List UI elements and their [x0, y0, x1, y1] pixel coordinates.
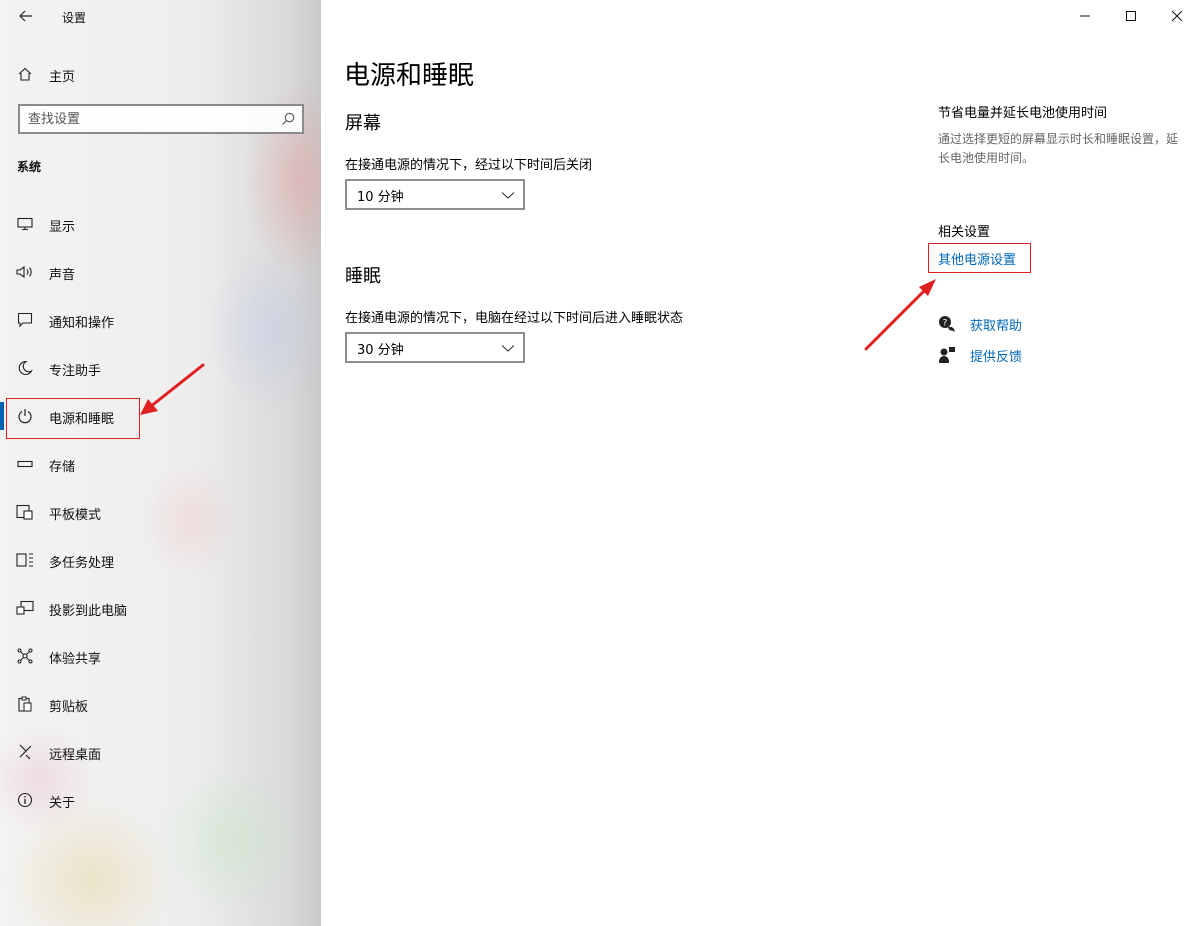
feedback-icon	[939, 347, 955, 363]
sidebar-item-multitasking[interactable]: 多任务处理	[0, 538, 321, 582]
sidebar-item-display[interactable]: 显示	[0, 202, 321, 246]
storage-icon	[16, 455, 34, 473]
back-arrow-icon	[19, 10, 32, 22]
sidebar-item-about[interactable]: 关于	[0, 778, 321, 822]
search-box[interactable]	[18, 104, 304, 134]
sidebar-item-label: 显示	[49, 220, 76, 235]
annotation-highlight-box	[6, 398, 140, 439]
search-icon[interactable]	[280, 111, 296, 127]
give-feedback-link[interactable]: 提供反馈	[970, 346, 1022, 365]
maximize-icon	[1126, 11, 1136, 21]
sidebar-item-label: 存储	[49, 460, 76, 475]
screen-heading: 屏幕	[345, 113, 381, 134]
sidebar-item-label: 通知和操作	[49, 316, 115, 331]
get-help-link[interactable]: 获取帮助	[970, 315, 1022, 334]
close-icon	[1171, 10, 1183, 22]
notification-icon	[16, 311, 34, 329]
tip-description: 通过选择更短的屏幕显示时长和睡眠设置，延长电池使用时间。	[938, 132, 1179, 165]
sidebar-item-label: 平板模式	[49, 508, 102, 523]
sidebar-item-label: 多任务处理	[49, 556, 115, 571]
speaker-icon	[16, 263, 34, 281]
project-icon	[16, 599, 34, 617]
clipboard-icon	[16, 695, 34, 713]
sleep-label: 在接通电源的情况下，电脑在经过以下时间后进入睡眠状态	[345, 311, 684, 326]
minimize-icon	[1080, 15, 1090, 17]
sleep-heading: 睡眠	[345, 266, 381, 287]
share-icon	[16, 647, 34, 665]
home-icon	[16, 65, 34, 83]
screen-off-label: 在接通电源的情况下，经过以下时间后关闭	[345, 158, 593, 173]
sidebar-item-label: 体验共享	[49, 652, 102, 667]
chevron-down-icon	[501, 192, 515, 199]
sidebar-item-tablet-mode[interactable]: 平板模式	[0, 490, 321, 534]
minimize-button[interactable]	[1062, 0, 1108, 32]
sidebar-item-sound[interactable]: 声音	[0, 250, 321, 294]
sidebar-item-label: 主页	[49, 70, 76, 85]
screen-off-dropdown[interactable]: 10 分钟	[345, 179, 525, 210]
dropdown-value: 30 分钟	[357, 343, 404, 358]
display-icon	[16, 215, 34, 233]
section-label: 系统	[17, 160, 42, 174]
search-input[interactable]	[28, 108, 278, 130]
info-icon	[16, 791, 34, 809]
sidebar-item-label: 声音	[49, 268, 76, 283]
sidebar-item-clipboard[interactable]: 剪贴板	[0, 682, 321, 726]
tip-title: 节省电量并延长电池使用时间	[938, 106, 1108, 121]
tablet-icon	[16, 503, 34, 521]
annotation-arrow-right	[864, 279, 936, 351]
sidebar-item-focus-assist[interactable]: 专注助手	[0, 346, 321, 390]
sidebar-item-remote-desktop[interactable]: 远程桌面	[0, 730, 321, 774]
window-controls	[1062, 0, 1200, 32]
chevron-down-icon	[501, 345, 515, 352]
sidebar-item-home[interactable]: 主页	[0, 58, 321, 90]
sidebar-item-label: 专注助手	[49, 364, 102, 379]
sleep-dropdown[interactable]: 30 分钟	[345, 332, 525, 363]
sidebar-item-storage[interactable]: 存储	[0, 442, 321, 486]
sidebar-item-label: 远程桌面	[49, 748, 102, 763]
sidebar: 设置 主页 系统 显示 声音	[0, 0, 321, 926]
related-settings-title: 相关设置	[938, 225, 991, 240]
back-button[interactable]	[14, 4, 38, 28]
dropdown-value: 10 分钟	[357, 190, 404, 205]
moon-icon	[16, 359, 34, 377]
app-title: 设置	[62, 11, 87, 25]
sidebar-item-project[interactable]: 投影到此电脑	[0, 586, 321, 630]
multitask-icon	[16, 551, 34, 569]
page-title: 电源和睡眠	[344, 61, 475, 91]
sidebar-item-notifications[interactable]: 通知和操作	[0, 298, 321, 342]
sidebar-item-label: 剪贴板	[49, 700, 89, 715]
remote-desktop-icon	[16, 743, 34, 761]
chat-help-icon: ?	[939, 316, 955, 332]
svg-text:?: ?	[943, 319, 948, 329]
sidebar-item-shared-experiences[interactable]: 体验共享	[0, 634, 321, 678]
maximize-button[interactable]	[1108, 0, 1154, 32]
additional-power-settings-link[interactable]: 其他电源设置	[938, 249, 1016, 268]
sidebar-item-label: 投影到此电脑	[49, 604, 128, 619]
close-button[interactable]	[1154, 0, 1200, 32]
sidebar-item-label: 关于	[49, 796, 76, 811]
